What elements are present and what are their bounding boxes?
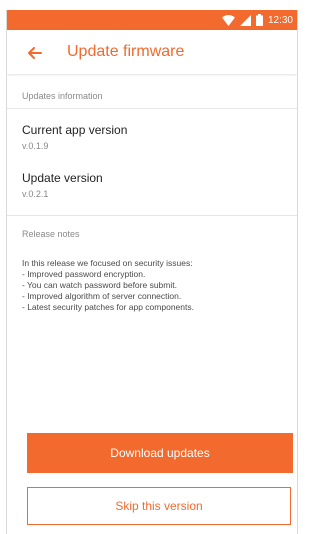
- release-note-line: - Improved password encryption.: [22, 269, 146, 279]
- page-title: Update firmware: [67, 43, 185, 60]
- update-version-label: Update version: [22, 171, 103, 185]
- current-version-value: v.0.1.9: [22, 141, 49, 151]
- update-version-row: Update version v.0.2.1: [7, 171, 297, 199]
- release-note-line: - Improved algorithm of server connectio…: [22, 291, 182, 301]
- download-updates-button[interactable]: Download updates: [27, 433, 293, 473]
- signal-icon: [239, 14, 251, 26]
- section-header-release-notes: Release notes: [22, 229, 80, 239]
- release-note-line: - You can watch password before submit.: [22, 280, 177, 290]
- arrow-left-icon: [28, 47, 42, 59]
- current-version-row: Current app version v.0.1.9: [7, 123, 297, 151]
- status-icons: 12:30: [221, 13, 293, 27]
- release-note-line: In this release we focused on security i…: [22, 258, 193, 268]
- divider: [7, 215, 297, 216]
- status-bar: 12:30: [7, 10, 297, 30]
- current-version-label: Current app version: [22, 123, 128, 137]
- status-time: 12:30: [267, 14, 293, 26]
- back-button[interactable]: [25, 43, 45, 63]
- toolbar: Update firmware: [7, 30, 297, 74]
- release-notes-text: In this release we focused on security i…: [7, 258, 297, 313]
- update-version-value: v.0.2.1: [22, 189, 49, 199]
- skip-version-button[interactable]: Skip this version: [27, 487, 291, 525]
- app-screen: 12:30 Update firmware Updates informatio…: [6, 10, 298, 534]
- release-note-line: - Latest security patches for app compon…: [22, 302, 194, 312]
- battery-icon: [255, 14, 263, 26]
- divider: [7, 108, 297, 109]
- section-header-updates: Updates information: [22, 91, 103, 101]
- wifi-icon: [221, 14, 235, 26]
